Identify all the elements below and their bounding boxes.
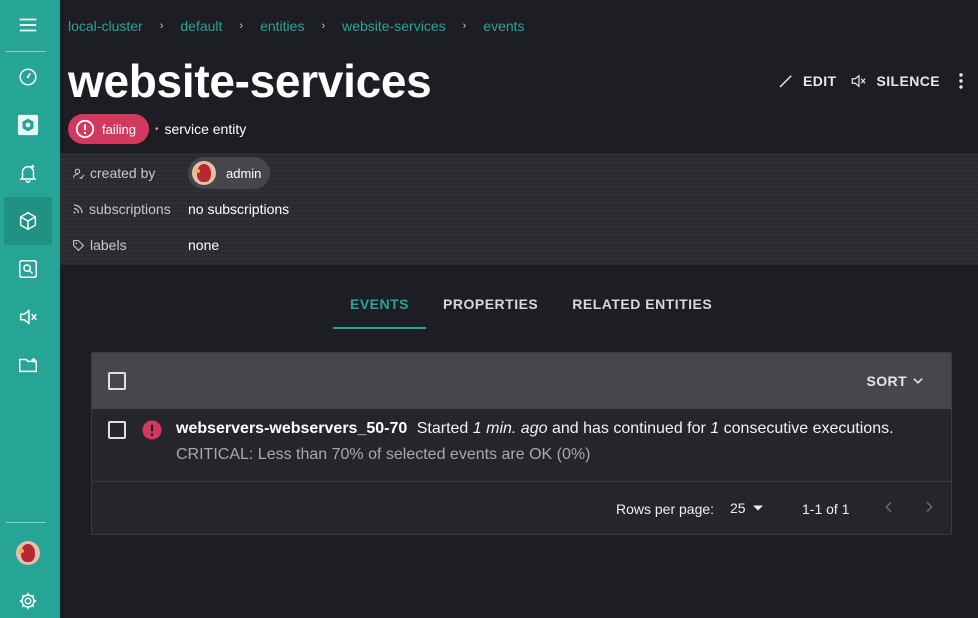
sidebar-item-entities[interactable] xyxy=(4,197,52,245)
critical-status-icon xyxy=(142,420,162,440)
silence-icon xyxy=(19,309,37,325)
alert-circle-icon xyxy=(75,119,95,139)
labels-label: labels xyxy=(90,237,127,253)
tag-icon xyxy=(73,239,85,251)
avatar xyxy=(192,161,216,185)
breadcrumb-item-cluster[interactable]: local-cluster xyxy=(68,18,143,34)
pencil-icon xyxy=(779,75,792,88)
breadcrumb-item-namespace[interactable]: default xyxy=(180,18,222,34)
hexagon-icon xyxy=(17,114,39,136)
user-avatar-button[interactable] xyxy=(4,529,52,577)
sidebar-item-checks[interactable] xyxy=(4,101,52,149)
sort-button[interactable]: SORT xyxy=(867,373,926,389)
edit-button[interactable]: EDIT xyxy=(777,72,837,90)
select-all-checkbox[interactable] xyxy=(108,372,126,390)
edit-label: EDIT xyxy=(803,73,837,89)
sidebar xyxy=(0,0,60,618)
breadcrumb-item-entity[interactable]: website-services xyxy=(342,18,445,34)
sidebar-item-namespaces[interactable] xyxy=(4,341,52,389)
tab-properties[interactable]: PROPERTIES xyxy=(426,285,555,329)
event-started-text: Started xyxy=(416,420,469,437)
labels-value: none xyxy=(188,237,220,253)
sidebar-item-dashboard[interactable] xyxy=(4,53,52,101)
rows-per-page-label: Rows per page: xyxy=(616,501,715,517)
entity-class-label: service entity xyxy=(164,121,247,137)
breadcrumb-separator: › xyxy=(462,20,467,32)
sidebar-item-search[interactable] xyxy=(4,245,52,293)
sidebar-divider xyxy=(6,522,46,523)
breadcrumb-separator: › xyxy=(239,20,244,32)
sidebar-divider xyxy=(6,51,46,52)
event-continued-text: and has continued for xyxy=(551,420,706,437)
created-by-label: created by xyxy=(90,165,156,181)
breadcrumb-item-events[interactable]: events xyxy=(483,18,524,34)
metadata-label: labels xyxy=(72,237,188,253)
breadcrumb-separator: › xyxy=(321,20,326,32)
entity-tabs: EVENTS PROPERTIES RELATED ENTITIES xyxy=(333,285,729,329)
user-chip[interactable]: admin xyxy=(188,157,270,189)
silence-label: SILENCE xyxy=(876,73,940,89)
pagination: Rows per page: 25 1-1 of 1 xyxy=(92,482,951,534)
sidebar-item-events[interactable] xyxy=(4,149,52,197)
silence-button[interactable]: SILENCE xyxy=(849,72,940,90)
tab-related-entities[interactable]: RELATED ENTITIES xyxy=(555,285,729,329)
separator-dot: • xyxy=(155,123,159,135)
menu-icon xyxy=(19,18,37,32)
silence-icon xyxy=(851,74,865,88)
pagination-range: 1-1 of 1 xyxy=(802,501,850,517)
subscriptions-value: no subscriptions xyxy=(188,201,290,217)
metadata-row-created-by: created by admin xyxy=(72,157,270,189)
status-badge: failing xyxy=(68,114,149,144)
rss-icon xyxy=(73,204,83,214)
dashboard-icon xyxy=(19,68,37,86)
chevron-left-icon[interactable] xyxy=(881,499,897,515)
event-occurrence-count: 1 xyxy=(710,420,720,437)
entity-actions: EDIT SILENCE xyxy=(765,70,964,92)
person-icon xyxy=(73,168,85,179)
list-header: SORT xyxy=(92,353,951,409)
breadcrumb-item-entities[interactable]: entities xyxy=(260,18,304,34)
event-summary: webservers-webservers_50-70 Started 1 mi… xyxy=(176,420,894,438)
search-icon xyxy=(19,260,37,278)
breadcrumb-separator: › xyxy=(159,20,164,32)
list-item[interactable]: webservers-webservers_50-70 Started 1 mi… xyxy=(92,409,951,482)
chevron-right-icon[interactable] xyxy=(921,499,937,515)
folder-icon xyxy=(19,358,37,373)
page-title: website-services xyxy=(68,55,432,107)
bell-icon xyxy=(19,164,37,183)
sort-label: SORT xyxy=(866,373,907,389)
chevron-down-icon xyxy=(913,378,923,384)
entity-class: • service entity xyxy=(155,121,246,137)
more-vert-icon xyxy=(959,73,963,89)
subscriptions-label: subscriptions xyxy=(89,201,171,217)
more-options-button[interactable] xyxy=(958,72,964,90)
event-age: 1 min. ago xyxy=(472,420,548,437)
avatar xyxy=(16,541,40,565)
caret-down-icon xyxy=(752,505,763,511)
user-name: admin xyxy=(226,165,262,181)
event-output: CRITICAL: Less than 70% of selected even… xyxy=(176,446,591,463)
event-executions-text: consecutive executions. xyxy=(723,420,894,437)
menu-button[interactable] xyxy=(4,1,52,49)
settings-button[interactable] xyxy=(4,577,52,618)
gear-icon xyxy=(19,592,37,610)
rows-per-page-value: 25 xyxy=(730,500,746,516)
breadcrumb: local-cluster › default › entities › web… xyxy=(68,17,525,35)
row-checkbox[interactable] xyxy=(108,421,126,439)
tab-events[interactable]: EVENTS xyxy=(333,285,427,329)
sidebar-item-silences[interactable] xyxy=(4,293,52,341)
event-check-name[interactable]: webservers-webservers_50-70 xyxy=(176,420,407,437)
metadata-label: subscriptions xyxy=(72,201,188,217)
events-list: SORT webservers-webservers_50-70 Started… xyxy=(91,352,952,535)
entities-icon xyxy=(19,211,37,231)
status-label: failing xyxy=(102,121,136,137)
entity-metadata: created by admin subscriptions no subscr… xyxy=(60,153,978,265)
rows-per-page-select[interactable]: 25 xyxy=(730,500,764,516)
metadata-row-labels: labels none xyxy=(72,236,219,254)
metadata-row-subscriptions: subscriptions no subscriptions xyxy=(72,200,289,218)
metadata-label: created by xyxy=(72,165,188,181)
